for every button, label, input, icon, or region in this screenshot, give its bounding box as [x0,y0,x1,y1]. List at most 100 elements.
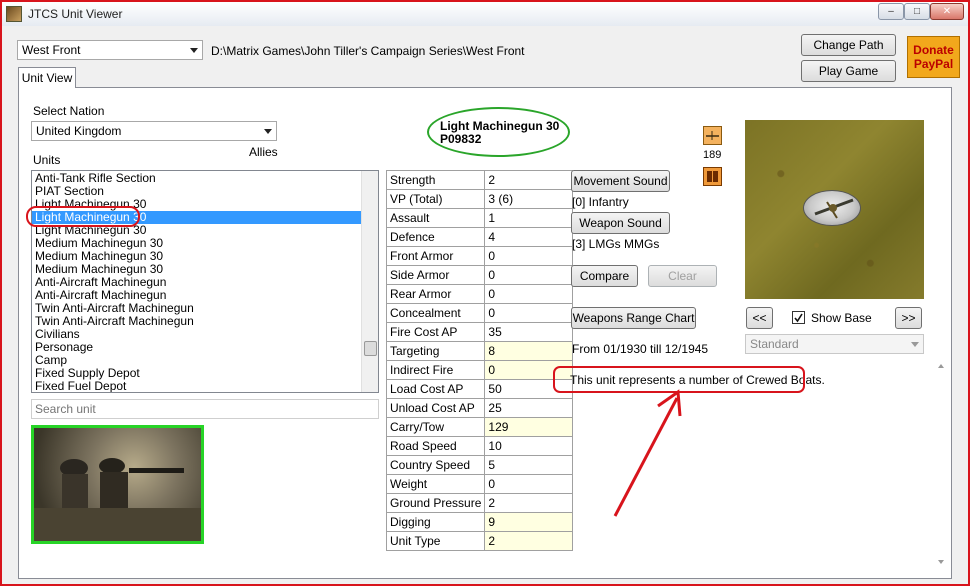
previous-unit-button[interactable]: << [746,307,773,329]
stat-key: Defence [385,227,486,247]
table-row: Defence 4 [385,227,574,247]
game-select-value: West Front [22,43,81,57]
stat-value: 129 [484,417,574,437]
change-path-button[interactable]: Change Path [801,34,896,56]
tab-unit-view[interactable]: Unit View [18,67,76,88]
game-path: D:\Matrix Games\John Tiller's Campaign S… [211,44,525,58]
movement-sound-button[interactable]: Movement Sound [571,170,670,192]
table-row: Unit Type 2 [385,531,574,551]
play-game-button[interactable]: Play Game [801,60,896,82]
list-item[interactable]: Fixed Fuel Depot [32,380,378,393]
nation-select[interactable]: United Kingdom [31,121,277,141]
stat-key: Carry/Tow [385,417,486,437]
movement-info: [0] Infantry [572,195,629,209]
weapon-info: [3] LMGs MMGs [572,237,660,251]
table-row: VP (Total) 3 (6) [385,189,574,209]
table-row: Indirect Fire 0 [385,360,574,380]
stat-value: 10 [484,436,574,456]
stat-value: 1 [484,208,574,228]
unit-map-preview [745,120,924,299]
stat-value: 9 [484,512,574,532]
annotation-unit-name-oval [427,107,570,157]
stat-value: 0 [484,474,574,494]
title-bar: JTCS Unit Viewer – □ ✕ [2,2,968,26]
stat-value: 35 [484,322,574,342]
compare-button[interactable]: Compare [571,265,638,287]
book-icon[interactable] [703,167,722,186]
table-row: Fire Cost AP 35 [385,322,574,342]
stat-value: 3 (6) [484,189,574,209]
stat-value: 0 [484,265,574,285]
style-select[interactable]: Standard [745,334,924,354]
stat-key: Country Speed [385,455,486,475]
mg-symbol-icon[interactable] [703,126,722,145]
unit-photo [31,425,204,544]
machinegun-icon [814,198,854,219]
annotation-selected-unit-circle [26,206,140,227]
scrollbar-thumb[interactable] [364,341,377,356]
table-row: Digging 9 [385,512,574,532]
table-row: Concealment 0 [385,303,574,323]
search-unit-input[interactable] [35,402,375,416]
table-row: Rear Armor 0 [385,284,574,304]
show-base-checkbox[interactable] [792,311,805,324]
table-row: Weight 0 [385,474,574,494]
window-title: JTCS Unit Viewer [28,7,123,21]
clear-button[interactable]: Clear [648,265,717,287]
stat-key: Road Speed [385,436,486,456]
stat-key: Side Armor [385,265,486,285]
close-button[interactable]: ✕ [930,3,964,20]
stat-key: Front Armor [385,246,486,266]
search-unit-field[interactable] [31,399,379,419]
chevron-down-icon [190,48,198,53]
table-row: Strength 2 [385,170,574,190]
maximize-button[interactable]: □ [904,3,930,20]
stat-key: Digging [385,512,486,532]
table-row: Unload Cost AP 25 [385,398,574,418]
weapons-range-chart-button[interactable]: Weapons Range Chart [571,307,696,329]
table-row: Targeting 8 [385,341,574,361]
minimize-button[interactable]: – [878,3,904,20]
units-list[interactable]: Anti-Tank Rifle Section PIAT Section Light… [31,170,379,393]
stat-key: Fire Cost AP [385,322,486,342]
table-row: Load Cost AP 50 [385,379,574,399]
stat-value: 8 [484,341,574,361]
annotation-arrow [613,389,682,517]
donate-paypal-button[interactable]: Donate PayPal [907,36,960,78]
stat-key: Rear Armor [385,284,486,304]
stat-key: Load Cost AP [385,379,486,399]
units-list-scrollbar[interactable] [361,171,378,392]
stat-key: Unload Cost AP [385,398,486,418]
icon-counter: 189 [703,149,722,161]
list-item[interactable]: Twin Anti-Aircraft Machinegun [32,315,378,328]
stat-value: 2 [484,170,574,190]
stat-key: Indirect Fire [385,360,486,380]
list-item[interactable]: Personage [32,341,378,354]
date-range: From 01/1930 till 12/1945 [572,342,709,356]
chevron-down-icon [264,129,272,134]
weapon-sound-button[interactable]: Weapon Sound [571,212,670,234]
table-row: Front Armor 0 [385,246,574,266]
table-row: Road Speed 10 [385,436,574,456]
side-label: Allies [249,145,278,159]
stat-value: 2 [484,493,574,513]
stat-key: Assault [385,208,486,228]
game-select[interactable]: West Front [17,40,203,60]
stat-value: 4 [484,227,574,247]
stat-value: 2 [484,531,574,551]
stat-value: 25 [484,398,574,418]
next-unit-button[interactable]: >> [895,307,922,329]
description-scrollbar[interactable] [935,356,947,572]
stat-key: Ground Pressure [385,493,486,513]
donate-label: Donate [913,43,954,57]
stat-value: 0 [484,284,574,304]
table-row: Side Armor 0 [385,265,574,285]
paypal-label: PayPal [913,57,954,71]
stat-value: 0 [484,246,574,266]
stat-value: 5 [484,455,574,475]
nation-select-value: United Kingdom [36,124,122,138]
table-row: Carry/Tow 129 [385,417,574,437]
show-base-label: Show Base [811,311,872,325]
style-select-value: Standard [750,337,799,351]
stat-key: VP (Total) [385,189,486,209]
